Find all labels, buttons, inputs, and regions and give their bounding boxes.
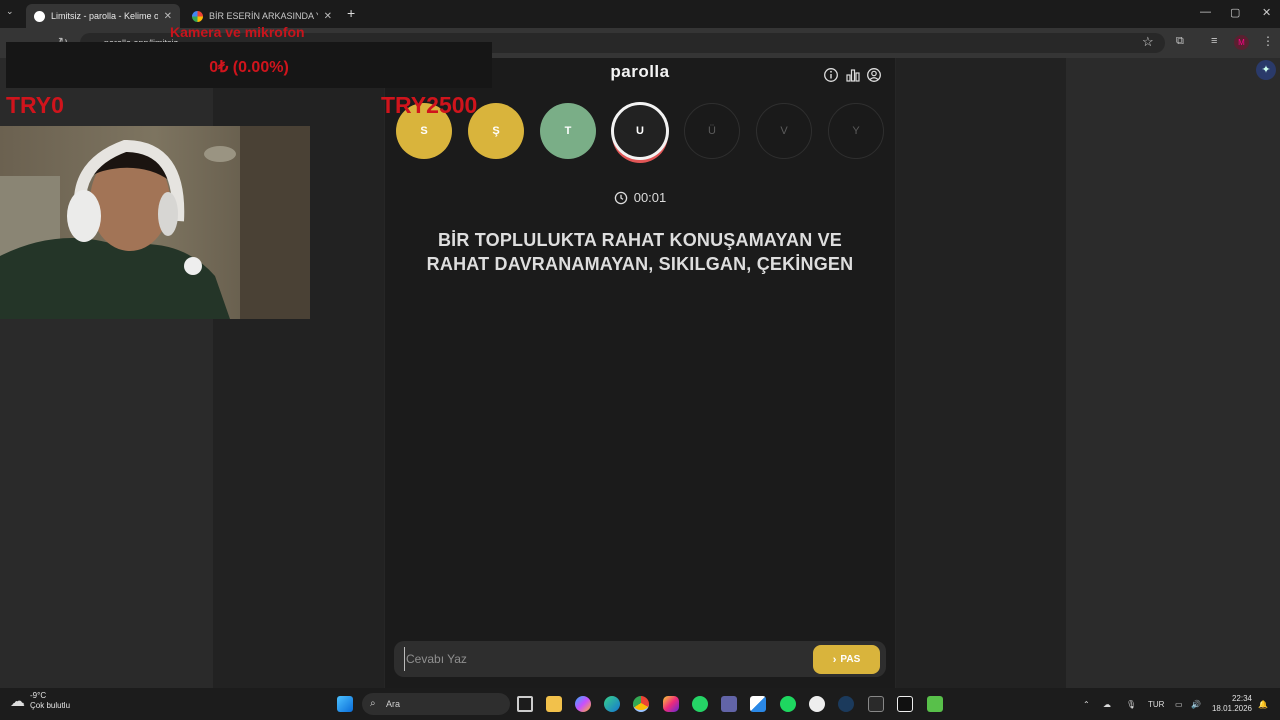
tab-title: BİR ESERİN ARKASINDA YER AL	[209, 11, 318, 21]
letter-circle-v: V	[756, 103, 812, 159]
store-icon[interactable]	[750, 696, 766, 712]
letter-circle-y: Y	[828, 103, 884, 159]
ai-sparkle-icon[interactable]: ✦	[1256, 60, 1276, 80]
try-counter-left: TRY0	[6, 92, 64, 118]
profile-avatar[interactable]: M	[1234, 35, 1249, 50]
taskbar-search[interactable]: ⌕ Ara	[362, 693, 510, 715]
pass-button-label: PAS	[840, 654, 861, 665]
google-favicon-icon	[192, 10, 203, 22]
notification-bell-icon[interactable]: 🔔	[1258, 700, 1268, 709]
browser-tab-parolla[interactable]: Limitsiz - parolla - Kelime oyunu ✕	[26, 4, 180, 28]
answer-input[interactable]	[404, 647, 804, 671]
close-icon[interactable]: ✕	[164, 11, 172, 22]
microphone-icon[interactable]: 🎙	[1126, 700, 1136, 709]
timer-value: 00:01	[633, 190, 667, 205]
overlay-amount: 0₺ (0.00%)	[209, 59, 289, 76]
info-icon[interactable]	[823, 67, 839, 83]
chevron-right-icon: ›	[832, 653, 837, 666]
extensions-icon[interactable]: ⧉	[1176, 35, 1184, 48]
weather-temp: -9°C	[30, 691, 47, 700]
stats-icon[interactable]	[845, 67, 861, 83]
copilot-icon[interactable]	[575, 696, 591, 712]
search-placeholder: Ara	[386, 699, 401, 709]
windows-start-icon[interactable]	[337, 696, 353, 712]
file-explorer-icon[interactable]	[546, 696, 562, 712]
chatgpt-icon[interactable]	[809, 696, 825, 712]
capcut-icon[interactable]	[897, 696, 913, 712]
tray-chevron-up-icon[interactable]: ⌃	[1083, 700, 1090, 709]
system-clock[interactable]: 22:34 18.01.2026	[1208, 694, 1252, 714]
task-view-icon[interactable]	[517, 696, 533, 712]
timer: 00:01	[384, 190, 896, 205]
menu-icon[interactable]: ⋮	[1262, 34, 1274, 48]
search-icon: ⌕	[370, 698, 376, 709]
clock-time: 22:34	[1231, 694, 1252, 703]
instagram-icon[interactable]	[663, 696, 679, 712]
tab-title: Limitsiz - parolla - Kelime oyunu	[51, 11, 158, 21]
bookmark-star-icon[interactable]: ☆	[1142, 34, 1154, 50]
close-icon[interactable]: ✕	[324, 11, 332, 22]
minimize-icon[interactable]: —	[1200, 6, 1211, 18]
cloud-icon: ☁	[10, 693, 25, 710]
new-tab-icon[interactable]: +	[347, 5, 355, 21]
maximize-icon[interactable]: ▢	[1230, 6, 1240, 19]
weather-widget[interactable]: ☁ -9°C Çok bulutlu	[10, 691, 70, 711]
whatsapp-icon[interactable]	[692, 696, 708, 712]
question-text: BİR TOPLULUKTA RAHAT KONUŞAMAYAN VE RAHA…	[426, 230, 854, 274]
try-counter-right: TRY2500	[381, 92, 478, 118]
letter-circle-t: T	[540, 103, 596, 159]
right-panel	[1066, 58, 1280, 688]
language-indicator[interactable]: TUR	[1148, 700, 1164, 709]
epic-games-icon[interactable]	[868, 696, 884, 712]
window-close-icon[interactable]: ✕	[1262, 6, 1271, 19]
tab-search-button[interactable]: ⌄	[6, 6, 20, 20]
chrome-icon[interactable]	[633, 696, 649, 712]
user-icon[interactable]	[866, 67, 882, 83]
overlay-title: Kamera ve mikrofon	[170, 24, 305, 40]
clock-icon	[614, 191, 628, 205]
media-icon[interactable]: ≡	[1211, 35, 1217, 47]
edge-icon[interactable]	[604, 696, 620, 712]
webcam-feed	[0, 126, 310, 319]
pass-button[interactable]: › PAS	[813, 645, 880, 674]
volume-icon[interactable]: 🔊	[1191, 700, 1201, 709]
spotify-icon[interactable]	[780, 696, 796, 712]
network-icon[interactable]: ▭	[1175, 700, 1183, 709]
teams-icon[interactable]	[721, 696, 737, 712]
app-icon[interactable]	[927, 696, 943, 712]
parolla-favicon-icon	[34, 10, 45, 22]
letter-circle-uu: Ü	[684, 103, 740, 159]
weather-desc: Çok bulutlu	[30, 701, 71, 710]
letter-circle-u-current: U	[611, 102, 669, 160]
onedrive-icon[interactable]: ☁	[1103, 700, 1111, 709]
steam-icon[interactable]	[838, 696, 854, 712]
clock-date: 18.01.2026	[1211, 704, 1252, 713]
